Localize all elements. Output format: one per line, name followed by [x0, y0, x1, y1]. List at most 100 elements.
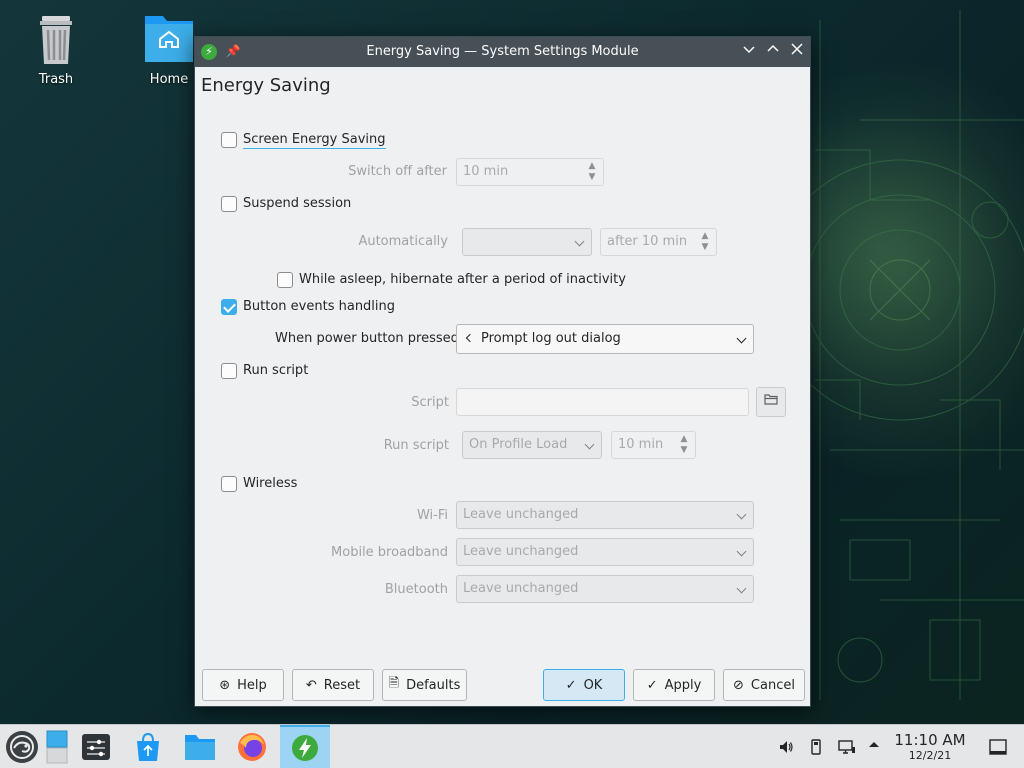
ok-button[interactable]: ✓ OK [543, 669, 625, 701]
button-events-label[interactable]: Button events handling [243, 299, 395, 314]
application-launcher-button[interactable] [0, 725, 44, 768]
shopping-bag-icon [137, 732, 159, 761]
wired-network-icon [838, 740, 855, 754]
reset-button[interactable]: ↶ Reset [292, 669, 374, 701]
help-button[interactable]: ⊛ Help [202, 669, 284, 701]
power-button-label: When power button pressed [275, 331, 459, 346]
speaker-icon [780, 741, 793, 753]
screen-energy-saving-label[interactable]: Screen Energy Saving [243, 132, 386, 149]
chevron-up-icon [767, 44, 779, 52]
taskbar: 11:10 AM 12/2/21 [0, 724, 1024, 768]
switch-off-after-value: 10 min [463, 164, 509, 179]
ok-button-label: OK [583, 677, 603, 693]
window-title: Energy Saving — System Settings Module [366, 44, 639, 59]
minimize-button[interactable] [740, 43, 758, 61]
browse-script-button[interactable] [756, 387, 786, 417]
run-script-when-value: On Profile Load [469, 437, 568, 452]
folder-open-icon [764, 394, 778, 405]
trash-icon [28, 12, 84, 68]
undo-icon: ↶ [305, 677, 317, 693]
wireless-checkbox[interactable] [221, 476, 237, 492]
button-events-checkbox[interactable] [221, 299, 237, 315]
hibernate-checkbox[interactable] [277, 272, 293, 288]
automatically-label: Automatically [358, 234, 448, 249]
wifi-combobox[interactable]: Leave unchanged [456, 501, 754, 529]
suspend-after-spinbox[interactable]: after 10 min ▲ ▼ [600, 228, 717, 256]
chevron-down-icon [736, 509, 747, 520]
script-path-input[interactable] [456, 388, 749, 416]
discover-taskbar-button[interactable] [126, 725, 170, 768]
run-script-when-combobox[interactable]: On Profile Load [462, 431, 602, 459]
help-button-label: Help [237, 677, 267, 693]
bluetooth-combobox[interactable]: Leave unchanged [456, 575, 754, 603]
desktop-icon-trash[interactable]: Trash [18, 12, 94, 87]
defaults-button[interactable]: 🗎 Defaults [382, 669, 467, 701]
spin-arrows-icon[interactable]: ▲ ▼ [679, 434, 689, 456]
clock-date: 12/2/21 [908, 749, 952, 762]
automatically-combobox[interactable] [462, 228, 592, 256]
usb-device-icon [811, 739, 821, 755]
close-button[interactable] [788, 43, 806, 61]
dolphin-taskbar-button[interactable] [178, 725, 222, 768]
chevron-down-icon [584, 439, 595, 450]
hibernate-label[interactable]: While asleep, hibernate after a period o… [299, 272, 626, 287]
energy-saving-taskbar-button[interactable] [280, 725, 330, 768]
system-settings-taskbar-button[interactable] [74, 725, 118, 768]
spin-arrows-icon[interactable]: ▲ ▼ [700, 231, 710, 253]
run-script-checkbox[interactable] [221, 363, 237, 379]
switch-off-after-spinbox[interactable]: 10 min ▲ ▼ [456, 158, 604, 186]
run-script-label[interactable]: Run script [243, 363, 308, 378]
run-script-when-label: Run script [383, 438, 449, 453]
folder-icon [185, 735, 215, 760]
clock-time: 11:10 AM [894, 731, 966, 749]
reset-button-label: Reset [323, 677, 361, 693]
power-button-action-combobox[interactable]: Prompt log out dialog [456, 324, 754, 354]
window-titlebar[interactable]: ⚡ 📌 Energy Saving — System Settings Modu… [195, 37, 810, 67]
bluetooth-value: Leave unchanged [463, 581, 579, 596]
cancel-icon: ⊘ [733, 677, 744, 693]
firefox-taskbar-button[interactable] [230, 725, 274, 768]
device-notifier-icon[interactable] [808, 739, 824, 755]
chevron-down-icon [736, 333, 747, 344]
chevron-down-icon [736, 546, 747, 557]
mobile-broadband-label: Mobile broadband [331, 545, 448, 560]
suspend-session-checkbox[interactable] [221, 196, 237, 212]
network-icon[interactable] [838, 739, 855, 755]
apply-button[interactable]: ✓ Apply [633, 669, 715, 701]
close-icon [791, 43, 803, 55]
screen-energy-saving-label-text: Screen Energy Saving [243, 132, 386, 149]
switch-off-after-label: Switch off after [348, 164, 447, 179]
suspend-after-value: after 10 min [607, 234, 688, 249]
pager-widget[interactable] [44, 725, 70, 768]
mobile-broadband-value: Leave unchanged [463, 544, 579, 559]
mobile-broadband-combobox[interactable]: Leave unchanged [456, 538, 754, 566]
chevron-down-icon [736, 583, 747, 594]
virtual-desktop-pager-icon [46, 730, 68, 764]
tray-expander-icon[interactable] [866, 739, 882, 755]
firefox-icon [238, 733, 266, 761]
screen-energy-saving-checkbox[interactable] [221, 132, 237, 148]
volume-icon[interactable] [778, 739, 794, 755]
home-folder-icon [141, 12, 197, 68]
chevron-left-icon [465, 333, 475, 343]
help-icon: ⊛ [219, 677, 231, 693]
settings-window: ⚡ 📌 Energy Saving — System Settings Modu… [194, 36, 811, 707]
wifi-value: Leave unchanged [463, 507, 579, 522]
chevron-down-icon [574, 236, 585, 247]
apply-button-label: Apply [664, 677, 702, 693]
document-icon: 🗎 [388, 676, 400, 691]
defaults-button-label: Defaults [406, 677, 461, 693]
cancel-button[interactable]: ⊘ Cancel [723, 669, 805, 701]
desktop-icon-label: Trash [38, 72, 74, 87]
desktop-icon [989, 739, 1007, 755]
maximize-button[interactable] [764, 43, 782, 61]
opensuse-logo-icon [6, 731, 38, 763]
bluetooth-label: Bluetooth [384, 582, 448, 597]
wireless-label[interactable]: Wireless [243, 476, 297, 491]
show-desktop-icon[interactable] [989, 739, 1007, 755]
spin-arrows-icon[interactable]: ▲ ▼ [587, 161, 597, 183]
suspend-session-label[interactable]: Suspend session [243, 196, 351, 211]
digital-clock[interactable]: 11:10 AM 12/2/21 [888, 731, 972, 763]
cancel-button-label: Cancel [750, 677, 795, 693]
run-script-delay-spinbox[interactable]: 10 min ▲ ▼ [611, 431, 696, 459]
